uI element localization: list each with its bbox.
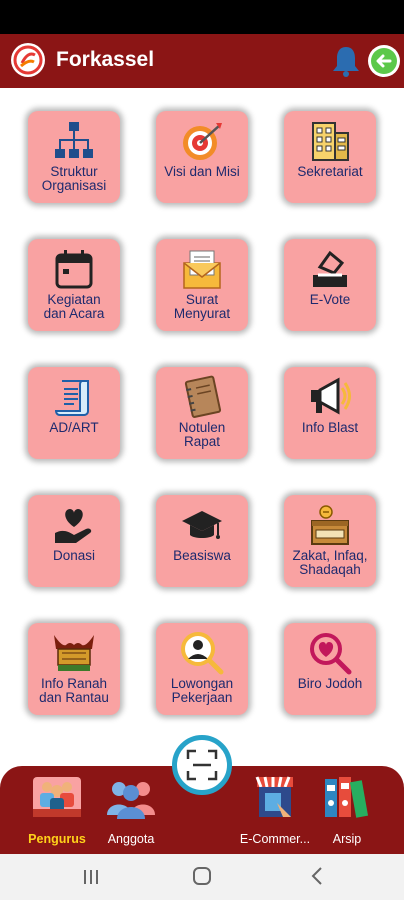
calendar-icon bbox=[52, 247, 96, 291]
org-chart-icon bbox=[52, 119, 96, 163]
system-nav-bar bbox=[0, 854, 404, 900]
rumah-gadang-icon bbox=[52, 631, 96, 675]
nav-e-commerce[interactable]: E-Commer... bbox=[238, 766, 312, 854]
bell-icon[interactable] bbox=[330, 44, 362, 78]
arrow-left-circle-icon bbox=[371, 48, 397, 74]
binders-icon bbox=[319, 772, 375, 822]
menu-label: Info Blast bbox=[301, 420, 359, 435]
graduation-cap-icon bbox=[180, 503, 224, 547]
app-logo bbox=[11, 43, 45, 77]
menu-label: Surat Menyurat bbox=[173, 292, 231, 321]
notebook-icon bbox=[180, 375, 224, 419]
menu-visi-misi[interactable]: Visi dan Misi bbox=[156, 111, 248, 203]
building-icon bbox=[308, 119, 352, 163]
menu-label: Beasiswa bbox=[173, 548, 231, 563]
nav-pengurus[interactable]: Pengurus bbox=[22, 766, 92, 854]
nav-label: Arsip bbox=[332, 832, 362, 846]
menu-label: E-Vote bbox=[309, 292, 351, 307]
menu-label: Kegiatan dan Acara bbox=[43, 292, 105, 321]
back-button[interactable] bbox=[368, 45, 400, 77]
scroll-icon bbox=[52, 375, 96, 419]
recent-apps-icon[interactable] bbox=[82, 868, 100, 886]
nav-anggota[interactable]: Anggota bbox=[96, 766, 166, 854]
nav-label: Anggota bbox=[107, 832, 155, 846]
menu-label: Lowongan Pekerjaan bbox=[170, 676, 234, 705]
menu-beasiswa[interactable]: Beasiswa bbox=[156, 495, 248, 587]
heart-hand-icon bbox=[52, 503, 96, 547]
megaphone-icon bbox=[308, 375, 352, 419]
menu-ad-art[interactable]: AD/ART bbox=[28, 367, 120, 459]
heart-search-icon bbox=[308, 631, 352, 675]
menu-label: Visi dan Misi bbox=[164, 164, 240, 179]
menu-biro-jodoh[interactable]: Biro Jodoh bbox=[284, 623, 376, 715]
menu-label: Struktur Organisasi bbox=[41, 164, 107, 193]
menu-zakat[interactable]: Zakat, Infaq, Shadaqah bbox=[284, 495, 376, 587]
target-icon bbox=[180, 119, 224, 163]
menu-notulen-rapat[interactable]: Notulen Rapat bbox=[156, 367, 248, 459]
ballot-box-icon bbox=[308, 247, 352, 291]
chevron-left-icon[interactable] bbox=[310, 866, 324, 886]
menu-info-ranah-rantau[interactable]: Info Ranah dan Rantau bbox=[28, 623, 120, 715]
shop-icon bbox=[247, 772, 303, 822]
menu-donasi[interactable]: Donasi bbox=[28, 495, 120, 587]
menu-label: Sekretariat bbox=[297, 164, 363, 179]
menu-e-vote[interactable]: E-Vote bbox=[284, 239, 376, 331]
menu-kegiatan-acara[interactable]: Kegiatan dan Acara bbox=[28, 239, 120, 331]
app-bar: Forkassel bbox=[0, 34, 404, 88]
zakat-box-icon bbox=[308, 503, 352, 547]
scan-button[interactable] bbox=[172, 735, 232, 795]
menu-grid: Struktur Organisasi Visi dan Misi Sekret… bbox=[0, 88, 404, 758]
nav-label: E-Commer... bbox=[239, 832, 311, 846]
menu-struktur-organisasi[interactable]: Struktur Organisasi bbox=[28, 111, 120, 203]
menu-sekretariat[interactable]: Sekretariat bbox=[284, 111, 376, 203]
app-title: Forkassel bbox=[56, 48, 155, 71]
home-icon[interactable] bbox=[193, 867, 211, 885]
job-search-icon bbox=[180, 631, 224, 675]
menu-label: Notulen Rapat bbox=[178, 420, 226, 449]
menu-surat-menyurat[interactable]: Surat Menyurat bbox=[156, 239, 248, 331]
scan-icon bbox=[186, 749, 218, 781]
pengurus-icon bbox=[29, 772, 85, 822]
envelope-icon bbox=[180, 247, 224, 291]
nav-label: Pengurus bbox=[28, 832, 86, 846]
menu-label: AD/ART bbox=[49, 420, 99, 435]
nav-arsip[interactable]: Arsip bbox=[312, 766, 382, 854]
menu-label: Zakat, Infaq, Shadaqah bbox=[292, 548, 368, 577]
menu-label: Info Ranah dan Rantau bbox=[39, 676, 109, 705]
menu-info-blast[interactable]: Info Blast bbox=[284, 367, 376, 459]
menu-label: Biro Jodoh bbox=[297, 676, 363, 691]
members-icon bbox=[103, 772, 159, 822]
menu-lowongan-pekerjaan[interactable]: Lowongan Pekerjaan bbox=[156, 623, 248, 715]
menu-label: Donasi bbox=[52, 548, 96, 563]
status-bar bbox=[0, 0, 404, 34]
